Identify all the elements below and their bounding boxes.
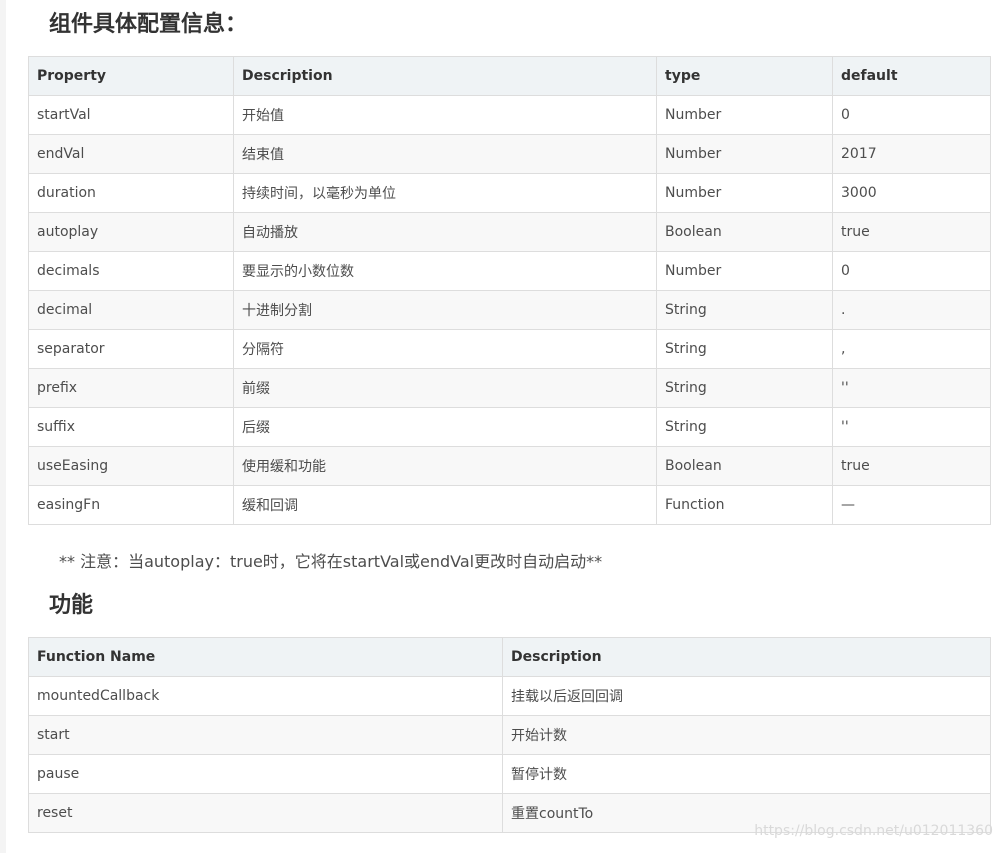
cell-type: Boolean: [656, 212, 833, 252]
cell-default: —: [832, 485, 991, 525]
cell-description: 缓和回调: [233, 485, 657, 525]
cell-default: 0: [832, 95, 991, 135]
table-row: mountedCallback 挂载以后返回回调: [28, 676, 991, 716]
watermark: https://blog.csdn.net/u012011360: [754, 823, 993, 839]
table-row: suffix 后缀 String '': [28, 407, 991, 447]
cell-property: suffix: [28, 407, 234, 447]
table-row: prefix 前缀 String '': [28, 368, 991, 408]
cell-description: 后缀: [233, 407, 657, 447]
cell-default: '': [832, 407, 991, 447]
cell-default: ,: [832, 329, 991, 369]
cell-type: Number: [656, 173, 833, 213]
cell-property: startVal: [28, 95, 234, 135]
cell-description: 自动播放: [233, 212, 657, 252]
cell-description: 结束值: [233, 134, 657, 174]
config-section-heading: 组件具体配置信息：: [49, 12, 248, 37]
cell-description: 暂停计数: [502, 754, 991, 794]
header-default: default: [832, 56, 991, 96]
table-row: startVal 开始值 Number 0: [28, 95, 991, 135]
cell-property: autoplay: [28, 212, 234, 252]
cell-type: String: [656, 290, 833, 330]
cell-description: 持续时间，以毫秒为单位: [233, 173, 657, 213]
cell-type: Number: [656, 134, 833, 174]
table-row: decimals 要显示的小数位数 Number 0: [28, 251, 991, 291]
cell-default: '': [832, 368, 991, 408]
cell-type: Function: [656, 485, 833, 525]
cell-property: duration: [28, 173, 234, 213]
cell-type: Number: [656, 95, 833, 135]
page-left-border: [0, 0, 6, 853]
cell-default: 0: [832, 251, 991, 291]
cell-property: endVal: [28, 134, 234, 174]
cell-property: easingFn: [28, 485, 234, 525]
table-header-row: Property Description type default: [28, 56, 991, 96]
table-row: useEasing 使用缓和功能 Boolean true: [28, 446, 991, 486]
cell-description: 分隔符: [233, 329, 657, 369]
cell-description: 要显示的小数位数: [233, 251, 657, 291]
cell-default: 3000: [832, 173, 991, 213]
cell-function-name: mountedCallback: [28, 676, 503, 716]
cell-function-name: start: [28, 715, 503, 755]
cell-property: separator: [28, 329, 234, 369]
cell-default: .: [832, 290, 991, 330]
table-row: separator 分隔符 String ,: [28, 329, 991, 369]
cell-type: String: [656, 368, 833, 408]
table-row: duration 持续时间，以毫秒为单位 Number 3000: [28, 173, 991, 213]
cell-description: 十进制分割: [233, 290, 657, 330]
table-row: easingFn 缓和回调 Function —: [28, 485, 991, 525]
cell-type: Boolean: [656, 446, 833, 486]
functions-section-heading: 功能: [49, 593, 94, 618]
cell-function-name: pause: [28, 754, 503, 794]
config-properties-table: Property Description type default startV…: [28, 56, 991, 525]
cell-default: true: [832, 446, 991, 486]
header-property: Property: [28, 56, 234, 96]
cell-default: 2017: [832, 134, 991, 174]
table-row: autoplay 自动播放 Boolean true: [28, 212, 991, 252]
header-description: Description: [233, 56, 657, 96]
cell-property: prefix: [28, 368, 234, 408]
cell-description: 使用缓和功能: [233, 446, 657, 486]
cell-property: decimals: [28, 251, 234, 291]
header-function-name: Function Name: [28, 637, 503, 677]
header-description: Description: [502, 637, 991, 677]
functions-table: Function Name Description mountedCallbac…: [28, 637, 991, 833]
table-header-row: Function Name Description: [28, 637, 991, 677]
cell-description: 前缀: [233, 368, 657, 408]
cell-description: 挂载以后返回回调: [502, 676, 991, 716]
cell-property: useEasing: [28, 446, 234, 486]
table-row: endVal 结束值 Number 2017: [28, 134, 991, 174]
table-row: start 开始计数: [28, 715, 991, 755]
cell-type: String: [656, 329, 833, 369]
cell-type: String: [656, 407, 833, 447]
table-row: decimal 十进制分割 String .: [28, 290, 991, 330]
table-row: pause 暂停计数: [28, 754, 991, 794]
cell-type: Number: [656, 251, 833, 291]
autoplay-note: ** 注意：当autoplay：true时，它将在startVal或endVal…: [59, 552, 603, 571]
cell-function-name: reset: [28, 793, 503, 833]
cell-default: true: [832, 212, 991, 252]
cell-description: 开始值: [233, 95, 657, 135]
cell-description: 开始计数: [502, 715, 991, 755]
header-type: type: [656, 56, 833, 96]
cell-property: decimal: [28, 290, 234, 330]
